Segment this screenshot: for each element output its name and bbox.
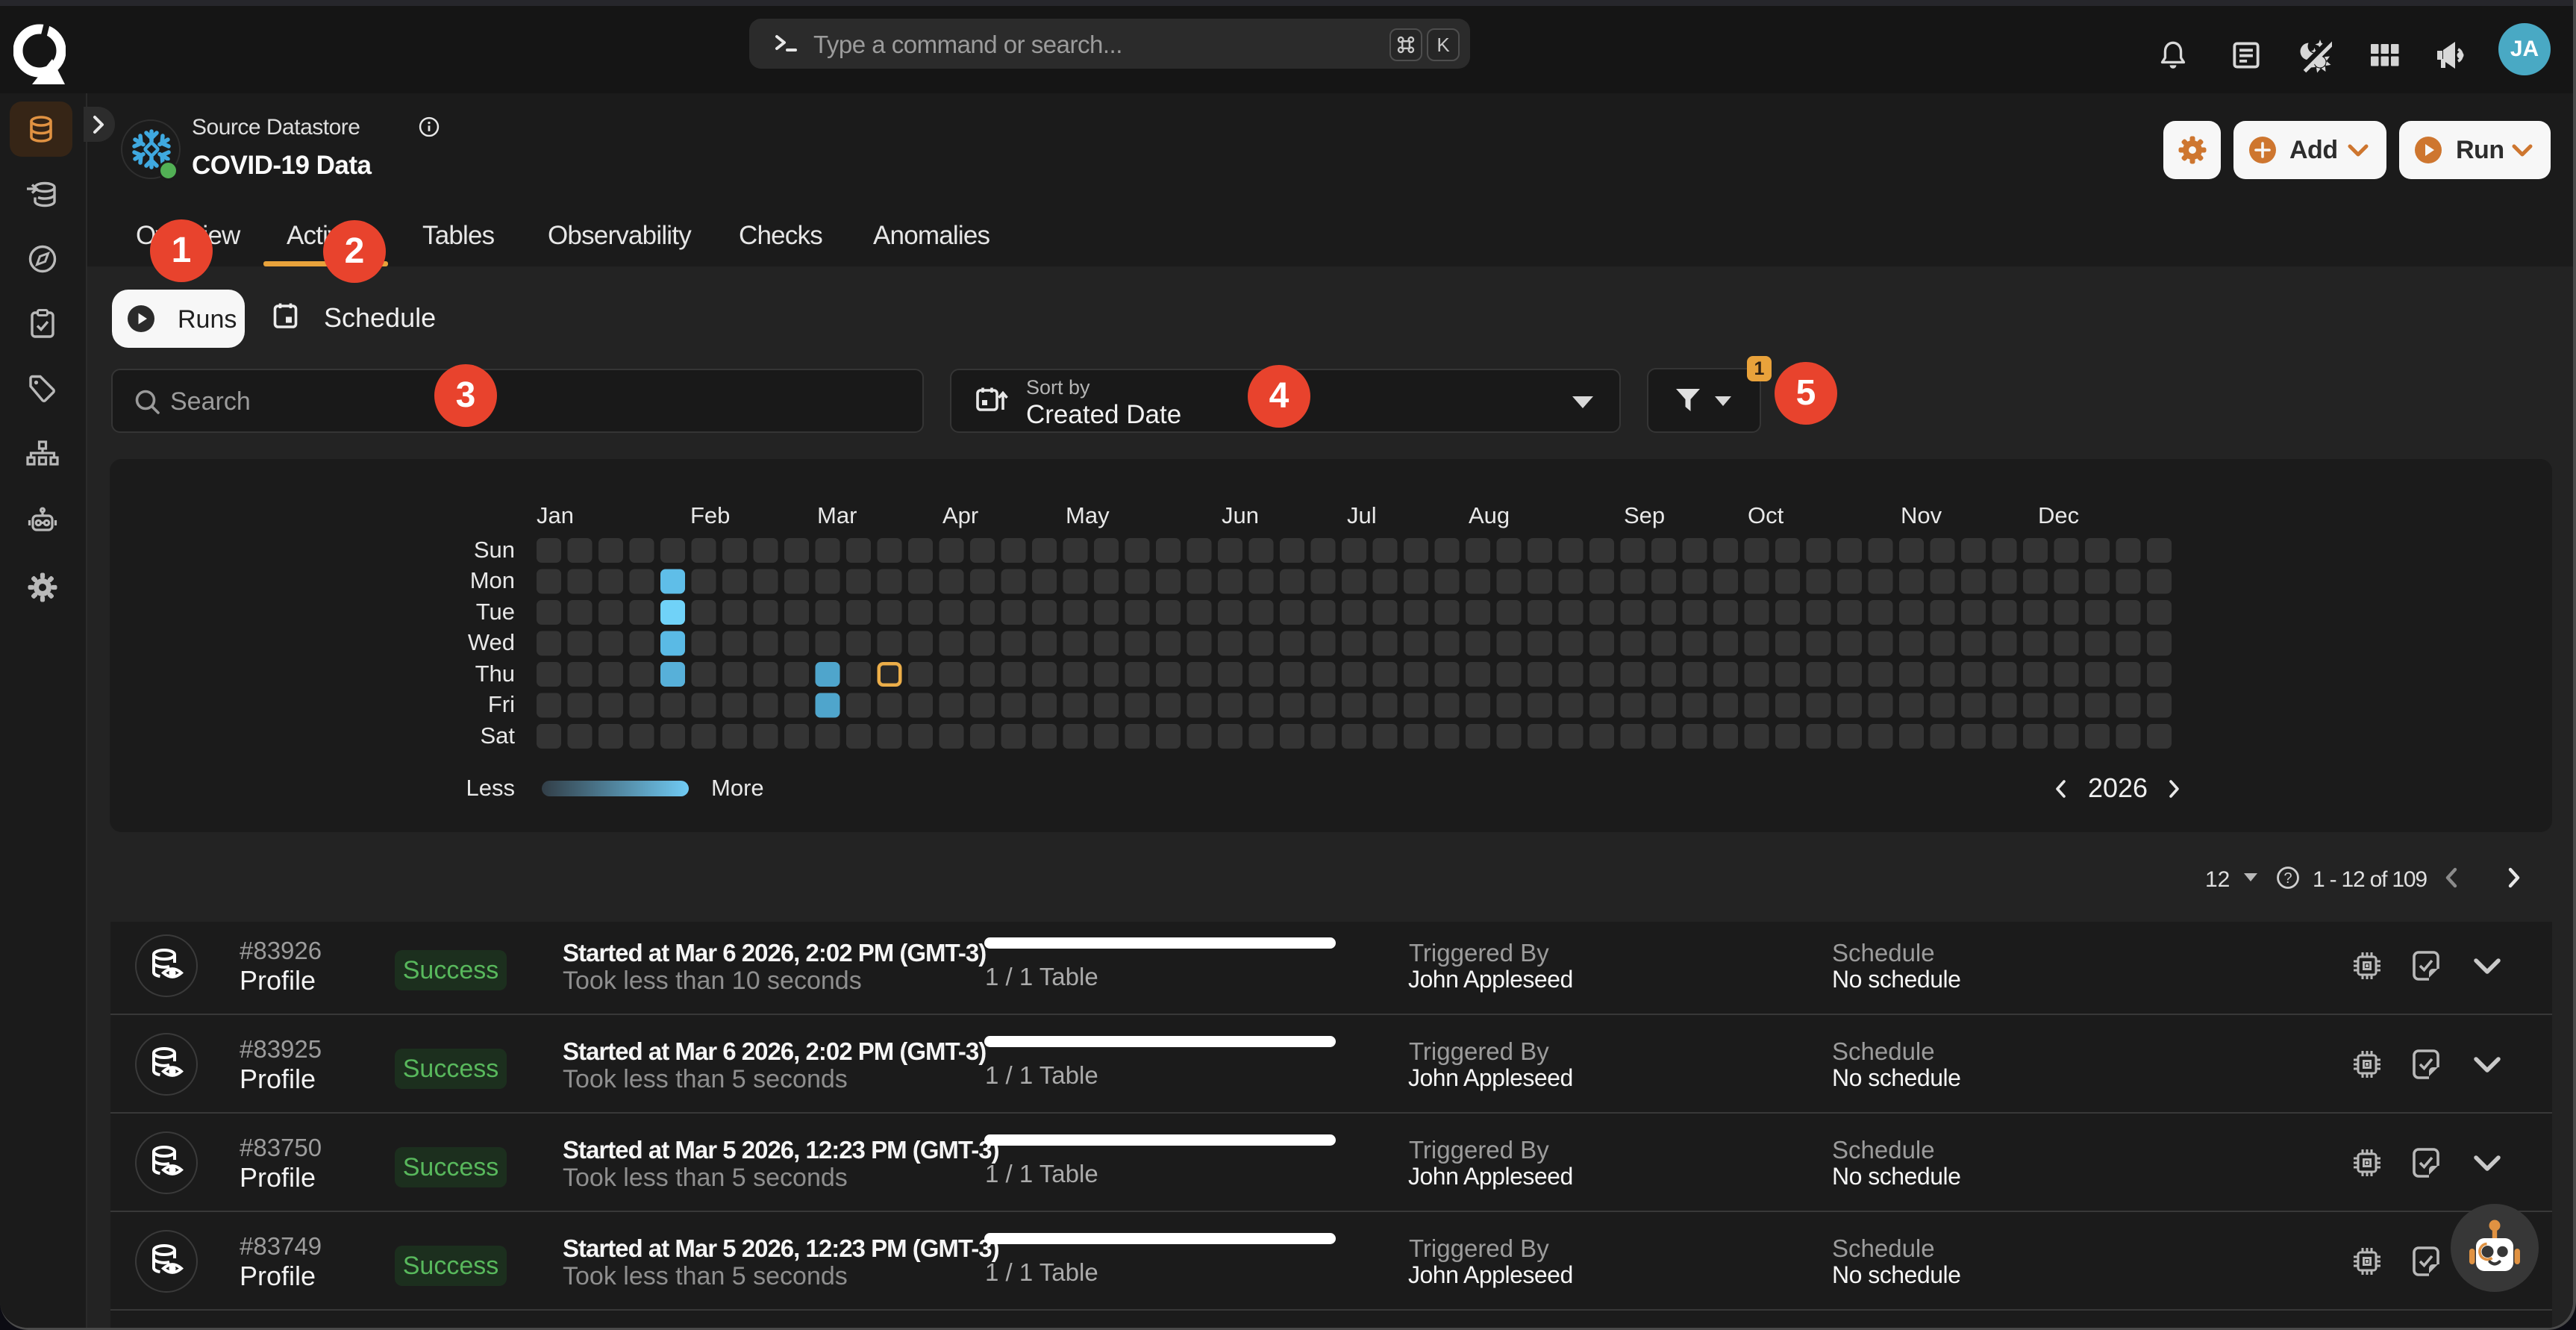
svg-text:?: ? [2283,870,2292,887]
